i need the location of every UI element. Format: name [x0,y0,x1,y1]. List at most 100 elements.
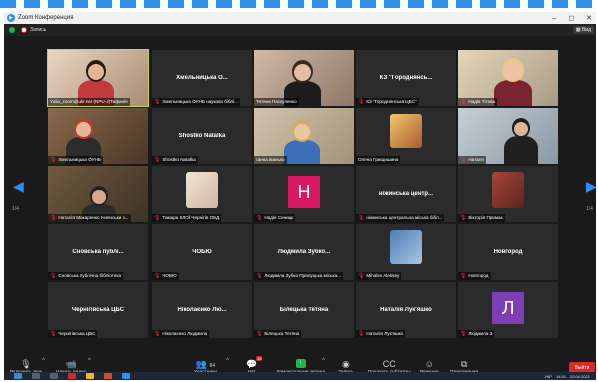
participant-caption: 🎙 Людмила Зубко Прилуцька міська... [254,272,344,280]
next-page-arrow-icon[interactable]: ▶ [586,178,596,195]
mic-muted-icon: 🎙 [50,273,57,279]
top-dashed-border [0,0,598,8]
task-view-icon[interactable] [50,373,58,379]
mic-muted-icon: 🎙 [50,331,57,337]
participant-tile[interactable]: Л 🎙 Людмила З [458,282,558,338]
participant-tile[interactable]: Хмельницька О... 🎙 Хмельницька ОУНБ науков… [152,50,252,106]
participant-caption: 🎙 Вікторія Примак [458,214,505,222]
participants-icon: 👥 84 [195,359,216,369]
pager-right-label: 1/4 [586,206,593,212]
clock-date[interactable]: 20.04.2021 [570,374,590,379]
participant-tile[interactable]: Чернігівська ЦБС 🎙 Чернігівська ЦБС [48,282,148,338]
title-bar: ▶ Zoom Конференция – ◻ ✕ [4,12,596,24]
participant-display-name: ЧОБЮ [192,249,212,255]
participant-caption: 🎙 Тамара КЛОЇ Чернігів ОБД [152,214,222,222]
opera-browser-icon[interactable] [68,373,76,379]
zoom-window: ▶ Zoom Конференция – ◻ ✕ Запись ▦ Вид ◀ … [4,12,596,380]
participant-tile[interactable]: Білецька Тетяна 🎙 Білецька Тетяна [254,282,354,338]
participant-tile[interactable]: Shostko Natalka 🎙 Shostko Natalka [152,108,252,164]
mic-muted-icon: 🎙 [358,273,365,279]
windows-taskbar: УКР 14:51 20.04.2021 [4,372,596,380]
audio-options-chevron-icon[interactable]: ^ [42,358,45,364]
close-icon[interactable]: ✕ [586,14,592,22]
share-options-chevron-icon[interactable]: ^ [322,358,325,364]
participant-tile[interactable]: 🎙 Хмельницька ОУНБ [48,108,148,164]
file-explorer-icon[interactable] [86,373,94,379]
participant-tile[interactable]: ЧОБЮ 🎙 ЧОБЮ [152,224,252,280]
mic-muted-icon: 🎙 [460,273,467,279]
participant-caption: 🎙 Надія Сеницк [254,214,296,222]
participant-tile[interactable]: 🎙 Вікторія Примак [458,166,558,222]
minimize-icon[interactable]: – [552,15,556,22]
participant-tile[interactable]: Н 🎙 Надія Сеницк [254,166,354,222]
participant-tile[interactable]: КЗ "Городнянсь... 🎙 КЗ "Городнянська ЦБС" [356,50,456,106]
participant-caption-text: Надія Тітова [468,99,496,104]
participant-caption: 🎙 Наталія Лук'яшко [356,330,406,338]
meeting-info-bar: Запись ▦ Вид [4,24,596,36]
profile-picture [186,172,218,208]
windows-start-icon[interactable] [14,373,22,379]
participant-caption: 🎙 ЧОБЮ [152,272,179,280]
profile-picture [390,230,422,264]
participant-caption-text: Shostko Natalka [162,157,196,162]
security-shield-icon[interactable] [9,27,15,33]
mic-muted-icon: 🎙 [154,331,161,337]
participant-tile[interactable]: 🎙 Mihalev Aleksey [356,224,456,280]
participant-display-name: Shostko Natalka [178,133,226,139]
participant-caption: 🎙 Білецька Тетяна [254,330,302,338]
maximize-icon[interactable]: ◻ [568,14,574,22]
clock-time[interactable]: 14:51 [556,374,566,379]
powerpoint-icon[interactable] [104,373,112,379]
prev-page-arrow-icon[interactable]: ◀ [13,178,24,195]
participant-caption: 🎙 Ніколаєнко Людмила [152,330,210,338]
participant-caption-text: Чернігівська ЦБС [58,331,96,336]
participant-caption-text: Хмельницька ОУНБ [58,157,101,162]
keyboard-language[interactable]: УКР [544,374,552,379]
participant-display-name: Білецька Тетяна [279,307,329,313]
participant-tile[interactable]: Людмила Зубко... 🎙 Людмила Зубко Прилуцька… [254,224,354,280]
participant-display-name: Хмельницька О... [176,75,228,81]
mic-muted-icon: 🎙 [256,273,263,279]
participant-caption-text: Ніколаєнко Людмила [162,331,208,336]
window-title: Zoom Конференция [18,15,74,21]
participant-caption-text: КЗ "Городнянська ЦБС" [366,99,417,104]
participant-tile[interactable]: 🎙 Наталя [458,108,558,164]
mic-muted-icon: 🎙 [50,215,57,221]
participant-tile[interactable]: Наталія Лук'яшко 🎙 Наталія Лук'яшко [356,282,456,338]
zoom-task-icon[interactable] [122,373,130,379]
mic-muted-icon: 🎙 [154,99,161,105]
participant-display-name: Сновська публі... [72,249,124,255]
participant-tile[interactable]: Тетяна Паскуленко [254,50,354,106]
mic-muted-icon: 🎙 [50,157,57,163]
participant-tile[interactable]: Ніколаєнко Лю... 🎙 Ніколаєнко Людмила [152,282,252,338]
participant-caption-text: Новгород [468,273,489,278]
chat-badge: 16 [256,356,263,361]
participant-tile[interactable]: ніжинська центр... 🎙 ніжинська центральна … [356,166,456,222]
video-options-chevron-icon[interactable]: ^ [88,358,91,364]
mic-muted-icon: 🎙 [256,215,263,221]
participant-tile[interactable]: Сновська публі... 🎙 Сновська публічна бібл… [48,224,148,280]
view-button[interactable]: ▦ Вид [572,26,594,34]
mic-muted-icon: 🎙 [256,331,263,337]
participants-count: 84 [209,363,216,369]
participant-caption: 🎙 ніжинська центральна міська бібл... [356,214,445,222]
participant-display-name: Людмила Зубко... [277,249,331,255]
participant-caption-text: ЧОБЮ [162,273,177,278]
participant-tile[interactable]: 🎙 Тамара КЛОЇ Чернігів ОБД [152,166,252,222]
search-icon[interactable] [32,373,40,379]
mic-muted-icon: 🎙 [460,99,467,105]
mic-muted-icon: 🎙 [358,331,365,337]
participant-tile[interactable]: ганна іванько [254,108,354,164]
mic-muted-icon: 🎙 [358,215,365,221]
participant-tile[interactable]: Yulia_zoom@ukr.net (NPU-J)Тифанія [47,49,149,107]
participant-tile[interactable]: Олена Грищишина [356,108,456,164]
participant-caption-text: Білецька Тетяна [264,331,300,336]
participants-chevron-icon[interactable]: ^ [226,358,229,364]
participant-tile[interactable]: 🎙 Надія Тітова [458,50,558,106]
captions-icon: CC [382,359,396,369]
participant-caption-text: Тетяна Паскуленко [256,99,297,104]
participant-tile[interactable]: 🎙 Наталія Макаренко Ічнянськи з... [48,166,148,222]
mic-muted-icon: 🎙 [20,359,32,369]
participant-tile[interactable]: Новгород 🎙 Новгород [458,224,558,280]
participant-caption-text: Надія Сеницк [264,215,294,220]
